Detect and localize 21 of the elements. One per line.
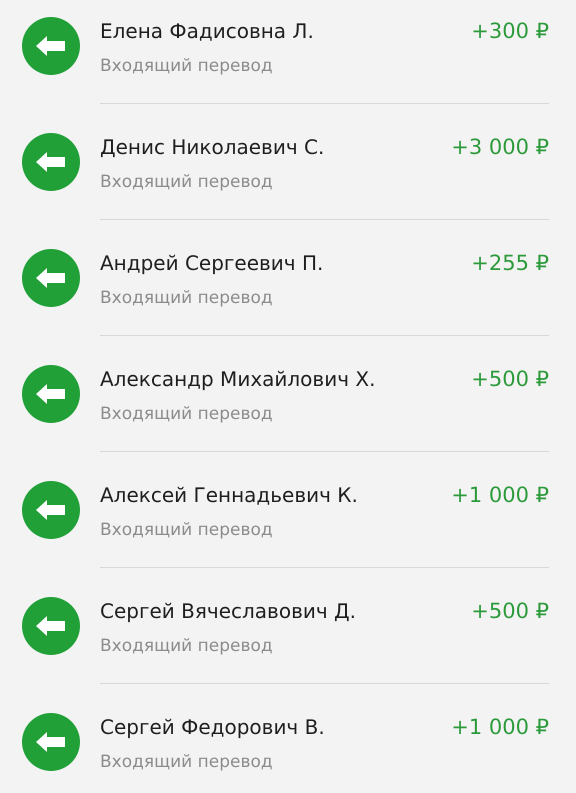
transaction-type: Входящий перевод (100, 403, 274, 425)
sender-name: Елена Фадисовна Л. (100, 18, 314, 44)
amount: +300 ₽ (471, 18, 549, 44)
amount: +500 ₽ (471, 598, 549, 624)
amount: +500 ₽ (471, 366, 549, 392)
sender-name: Алексей Геннадьевич К. (100, 482, 358, 508)
transaction-type: Входящий перевод (100, 635, 274, 657)
sender-name: Сергей Вячеславович Д. (100, 598, 356, 624)
transaction-type: Входящий перевод (100, 751, 274, 773)
transaction-type: Входящий перевод (100, 55, 274, 77)
amount: +1 000 ₽ (451, 482, 549, 508)
sender-name: Сергей Федорович В. (100, 714, 325, 740)
amount: +3 000 ₽ (451, 134, 549, 160)
sender-name: Александр Михайлович Х. (100, 366, 376, 392)
amount: +255 ₽ (471, 250, 549, 276)
amount: +1 000 ₽ (451, 714, 549, 740)
transaction-type: Входящий перевод (100, 171, 274, 193)
sender-name: Денис Николаевич С. (100, 134, 324, 160)
transaction-type: Входящий перевод (100, 519, 274, 541)
sender-name: Андрей Сергеевич П. (100, 250, 324, 276)
transaction-type: Входящий перевод (100, 287, 274, 309)
